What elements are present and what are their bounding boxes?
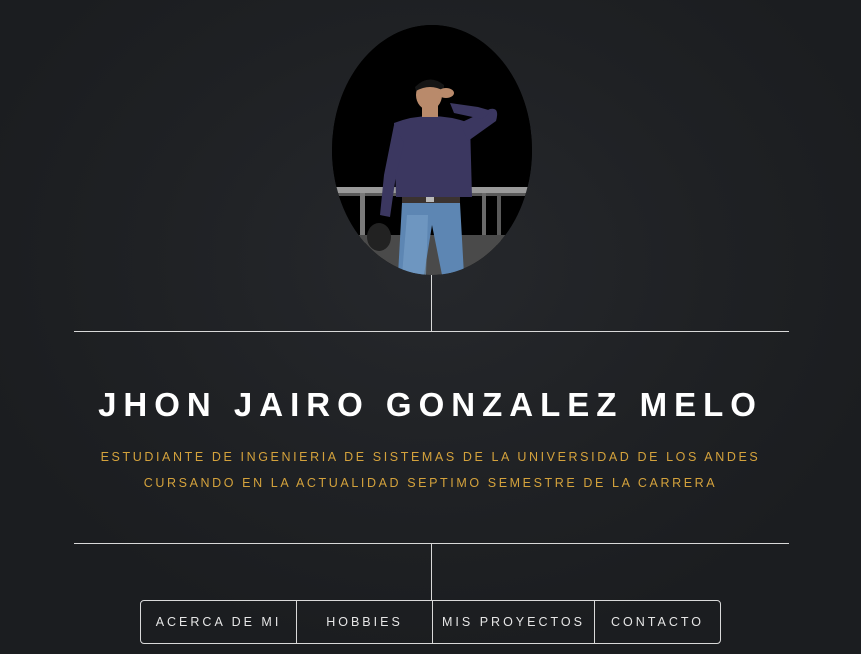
nav-item-acerca-de-mi[interactable]: ACERCA DE MI [141, 601, 296, 643]
connector-line-top [431, 275, 432, 332]
nav-item-contacto[interactable]: CONTACTO [594, 601, 720, 643]
main-nav: ACERCA DE MI HOBBIES MIS PROYECTOS CONTA… [140, 600, 721, 644]
divider-top [74, 331, 789, 332]
nav-item-hobbies[interactable]: HOBBIES [296, 601, 432, 643]
page: JHON JAIRO GONZALEZ MELO ESTUDIANTE DE I… [0, 0, 861, 654]
avatar-photo [332, 25, 532, 275]
connector-line-bottom [431, 543, 432, 601]
tagline-line-1: ESTUDIANTE DE INGENIERIA DE SISTEMAS DE … [100, 450, 761, 464]
avatar [332, 25, 532, 275]
nav-item-mis-proyectos[interactable]: MIS PROYECTOS [432, 601, 594, 643]
tagline-line-2: CURSANDO EN LA ACTUALIDAD SEPTIMO SEMEST… [143, 476, 718, 490]
profile-name: JHON JAIRO GONZALEZ MELO [98, 386, 763, 423]
